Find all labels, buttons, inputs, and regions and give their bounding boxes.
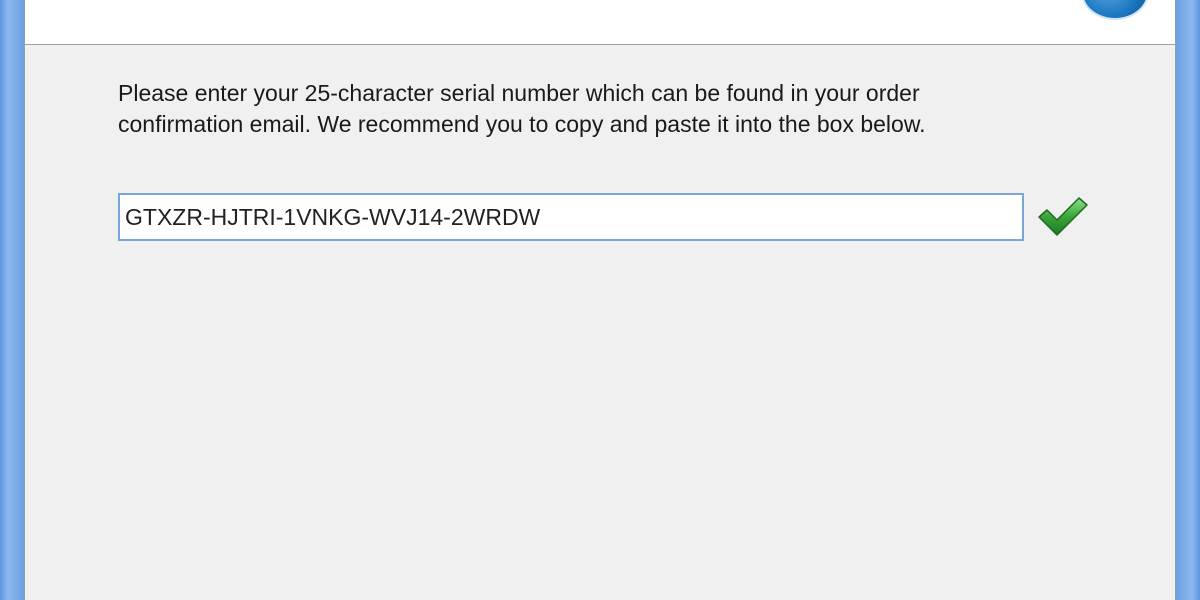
- checkmark-icon: [1038, 197, 1088, 236]
- serial-number-input[interactable]: [118, 193, 1024, 241]
- installer-window: Please enter your 25-character serial nu…: [0, 0, 1200, 600]
- serial-number-dialog: Please enter your 25-character serial nu…: [24, 0, 1176, 600]
- app-logo-icon: [1083, 0, 1147, 18]
- serial-instructions: Please enter your 25-character serial nu…: [118, 80, 926, 137]
- dialog-header: [25, 0, 1175, 45]
